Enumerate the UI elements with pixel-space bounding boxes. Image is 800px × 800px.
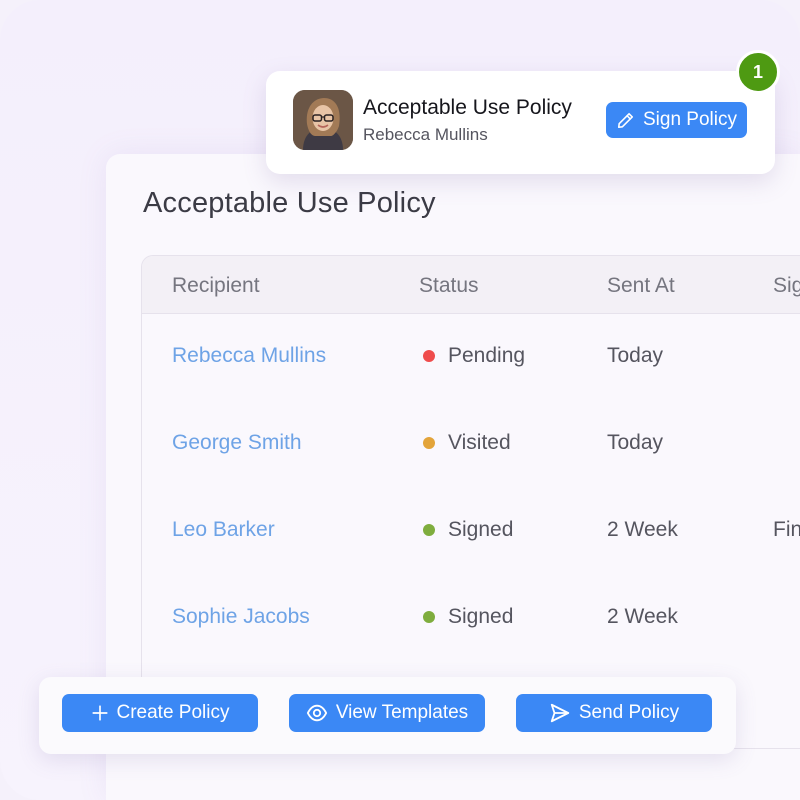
table-row[interactable]: Leo Barker Signed 2 Week Fin [142,518,800,605]
page-title: Acceptable Use Policy [143,187,436,219]
create-policy-button[interactable]: Create Policy [62,694,258,732]
recipients-table: Recipient Status Sent At Sig Rebecca Mul… [141,255,800,749]
status-label: Signed [448,605,514,628]
status-dot-icon [423,437,435,449]
sign-policy-label: Sign Policy [643,109,737,130]
view-templates-button[interactable]: View Templates [289,694,485,732]
send-policy-button[interactable]: Send Policy [516,694,712,732]
sent-at-cell: 2 Week [607,605,678,628]
status-label: Pending [448,344,526,367]
status-cell: Visited [423,431,511,455]
recipient-link[interactable]: George Smith [172,431,302,455]
status-label: Visited [448,431,511,454]
table-header: Recipient Status Sent At Sig [142,256,800,314]
create-policy-label: Create Policy [116,702,230,723]
recipient-link[interactable]: Sophie Jacobs [172,605,310,629]
plus-icon [91,705,108,721]
status-label: Signed [448,518,514,541]
recipient-link[interactable]: Leo Barker [172,518,275,542]
table-row[interactable]: Rebecca Mullins Pending Today [142,344,800,431]
pencil-icon [617,112,634,128]
view-templates-label: View Templates [335,702,469,723]
person-avatar-icon [293,90,353,150]
column-header-signed[interactable]: Sig [773,274,800,298]
signed-at-cell: Fin [773,518,800,541]
popup-title: Acceptable Use Policy [363,96,572,119]
status-cell: Signed [423,605,513,629]
sent-at-cell: Today [607,344,664,367]
status-dot-icon [423,350,435,362]
action-bar: Create Policy View Templates Send Policy [39,677,736,754]
send-icon [550,703,569,723]
column-header-status[interactable]: Status [419,274,479,298]
status-dot-icon [423,611,435,623]
column-header-sent-at[interactable]: Sent At [607,274,675,298]
sign-request-card: Acceptable Use Policy Rebecca Mullins Si… [266,71,775,174]
status-dot-icon [423,524,435,536]
table-row[interactable]: George Smith Visited Today [142,431,800,518]
eye-icon [306,704,327,722]
sent-at-cell: Today [607,431,664,454]
sign-policy-button[interactable]: Sign Policy [606,102,747,138]
sent-at-cell: 2 Week [607,518,678,541]
popup-recipient: Rebecca Mullins [363,125,488,144]
status-cell: Signed [423,518,513,542]
send-policy-label: Send Policy [578,702,680,723]
column-header-recipient[interactable]: Recipient [172,274,260,298]
notification-badge: 1 [736,50,780,94]
recipient-link[interactable]: Rebecca Mullins [172,344,326,368]
status-cell: Pending [423,344,525,368]
